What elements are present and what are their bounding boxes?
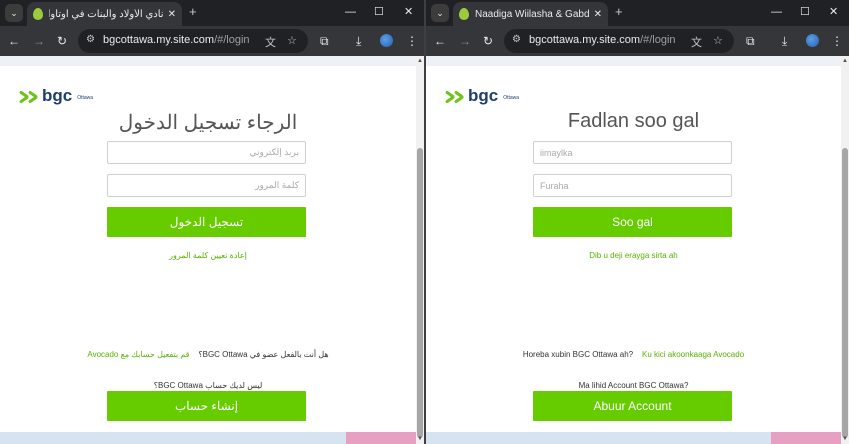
email-field[interactable]: iimayl­ka [533, 141, 732, 164]
bgc-logo: bgc Ottawa [19, 87, 93, 104]
back-arrow-icon[interactable]: ← [434, 33, 446, 49]
page-title: Fadlan soo gal [567, 110, 700, 132]
tab-strip: ⌄ نادي الأولاد والبنات في أوتاوا ✕ + — ☐… [0, 0, 424, 26]
star-icon[interactable]: ☆ [713, 34, 723, 47]
plus-icon[interactable]: + [615, 4, 623, 20]
scroll-up-icon[interactable]: ▲ [842, 58, 848, 64]
background-band [426, 56, 841, 66]
member-question: Horeba xubin BGC Ottawa ah? [522, 350, 634, 359]
member-row: Horeba xubin BGC Ottawa ah? Ku kici akoo… [426, 350, 841, 359]
activate-account-link[interactable]: قم بتفعيل حسابك مع Avocado [87, 350, 189, 359]
kebab-menu-icon[interactable]: ⋮ [831, 33, 843, 49]
browser-window-arabic: ⌄ نادي الأولاد والبنات في أوتاوا ✕ + — ☐… [0, 0, 424, 444]
avocado-icon [33, 8, 43, 20]
forward-arrow-icon[interactable]: → [459, 33, 471, 49]
star-icon[interactable]: ☆ [287, 34, 297, 47]
puzzle-icon[interactable]: ⧉ [746, 33, 755, 49]
minimize-icon[interactable]: — [771, 5, 782, 19]
background-band [0, 56, 416, 66]
background-photo [346, 432, 416, 444]
browser-window-somali: ⌄ Naadiga Wiilasha & Gabdhaha ✕ + — ☐ ✕ … [426, 0, 849, 444]
password-field[interactable]: Furaha [533, 174, 732, 197]
address-bar[interactable]: ⚙ bgcottawa.my.site.com/#/login 文 ☆ [504, 29, 734, 53]
reload-icon[interactable]: ↻ [483, 33, 493, 49]
login-page: bgc Ottawa Fadlan soo gal iimayl­ka Fura… [426, 56, 849, 444]
minimize-icon[interactable]: — [345, 5, 356, 19]
reload-icon[interactable]: ↻ [57, 33, 67, 49]
reset-password-link[interactable]: إعادة تعيين كلمة المرور [0, 251, 416, 260]
back-arrow-icon[interactable]: ← [8, 33, 20, 49]
puzzle-icon[interactable]: ⧉ [320, 33, 329, 49]
translate-icon[interactable]: 文 [691, 34, 702, 50]
logo-mark-icon [19, 90, 39, 104]
login-button[interactable]: تسجيل الدخول [107, 207, 306, 237]
password-field[interactable]: كلمة المرور [107, 174, 306, 197]
page-title: الرجاء تسجيل الدخول [118, 112, 298, 134]
extension-icon[interactable] [806, 34, 819, 47]
maximize-icon[interactable]: ☐ [374, 5, 384, 19]
scrollbar[interactable]: ▲ ▼ [841, 56, 849, 444]
plus-icon[interactable]: + [189, 4, 197, 20]
address-bar[interactable]: ⚙ bgcottawa.my.site.com/#/login 文 ☆ [78, 29, 308, 53]
close-icon[interactable]: ✕ [168, 9, 176, 20]
download-icon[interactable]: ⤓ [782, 33, 787, 49]
create-account-button[interactable]: Abuur Account [533, 391, 732, 421]
window-close-icon[interactable]: ✕ [829, 5, 838, 19]
avocado-icon [459, 8, 469, 20]
maximize-icon[interactable]: ☐ [800, 5, 810, 19]
url-text: bgcottawa.my.site.com/#/login [103, 34, 250, 46]
login-page: bgc Ottawa الرجاء تسجيل الدخول بريد إلكت… [0, 56, 424, 444]
member-row: هل أنت بالفعل عضو في BGC Ottawa؟ قم بتفع… [0, 350, 416, 359]
extension-icon[interactable] [380, 34, 393, 47]
activate-account-link[interactable]: Ku kici akoonkaaga Avocado [642, 350, 744, 359]
tab-strip: ⌄ Naadiga Wiilasha & Gabdhaha ✕ + — ☐ ✕ [426, 0, 849, 26]
translate-icon[interactable]: 文 [265, 34, 276, 50]
kebab-menu-icon[interactable]: ⋮ [406, 33, 418, 49]
tune-icon[interactable]: ⚙ [512, 34, 521, 45]
tab-active[interactable]: Naadiga Wiilasha & Gabdhaha ✕ [453, 2, 608, 26]
create-account-button[interactable]: إنشاء حساب [107, 391, 306, 421]
tab-search-chevron-down-icon[interactable]: ⌄ [431, 4, 449, 22]
member-question: هل أنت بالفعل عضو في BGC Ottawa؟ [198, 350, 329, 359]
scroll-down-icon[interactable]: ▼ [842, 436, 848, 442]
tab-active[interactable]: نادي الأولاد والبنات في أوتاوا ✕ [27, 2, 182, 26]
reset-password-link[interactable]: Dib u deji erayga sirta ah [426, 251, 841, 260]
scroll-down-icon[interactable]: ▼ [417, 436, 423, 442]
close-icon[interactable]: ✕ [594, 9, 602, 20]
login-button[interactable]: Soo gal [533, 207, 732, 237]
scroll-thumb[interactable] [417, 148, 423, 438]
tab-title: نادي الأولاد والبنات في أوتاوا [49, 8, 164, 20]
email-field[interactable]: بريد إلكتروني [107, 141, 306, 164]
tab-search-chevron-down-icon[interactable]: ⌄ [5, 4, 23, 22]
logo-mark-icon [445, 90, 465, 104]
browser-toolbar: ← → ↻ ⚙ bgcottawa.my.site.com/#/login 文 … [0, 26, 424, 56]
tune-icon[interactable]: ⚙ [86, 34, 95, 45]
scrollbar[interactable]: ▲ ▼ [416, 56, 424, 444]
tab-title: Naadiga Wiilasha & Gabdhaha [475, 8, 590, 20]
scroll-up-icon[interactable]: ▲ [417, 58, 423, 64]
browser-toolbar: ← → ↻ ⚙ bgcottawa.my.site.com/#/login 文 … [426, 26, 849, 56]
background-photo [771, 432, 841, 444]
url-text: bgcottawa.my.site.com/#/login [529, 34, 676, 46]
scroll-thumb[interactable] [842, 148, 848, 438]
forward-arrow-icon[interactable]: → [33, 33, 45, 49]
download-icon[interactable]: ⤓ [356, 33, 361, 49]
no-account-text: ليس لديك حساب BGC Ottawa؟ [153, 381, 263, 390]
no-account-text: Ma lihid Account BGC Ottawa? [578, 381, 689, 390]
window-close-icon[interactable]: ✕ [404, 5, 413, 19]
bgc-logo: bgc Ottawa [445, 87, 519, 104]
